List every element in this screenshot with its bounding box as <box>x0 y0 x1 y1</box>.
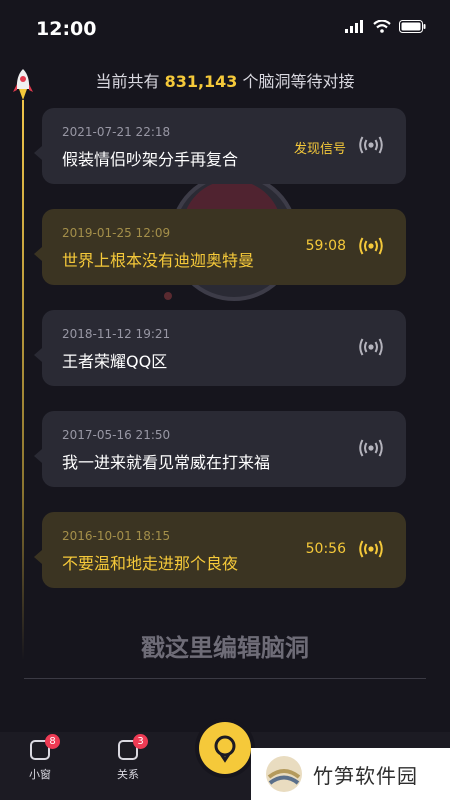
card-title: 世界上根本没有迪迦奥特曼 <box>62 251 255 270</box>
card-date: 2017-05-16 21:50 <box>62 428 171 442</box>
broadcast-signal-icon[interactable] <box>358 135 384 155</box>
watermark-text: 竹笋软件园 <box>313 763 418 788</box>
cellular-signal-icon <box>345 20 363 33</box>
status-icons <box>345 20 426 33</box>
card-title: 王者荣耀QQ区 <box>62 352 168 371</box>
edit-brainhole-button[interactable]: 戳这里编辑脑洞 <box>0 628 450 663</box>
watermark: 竹笋软件园 <box>251 748 450 800</box>
count-suffix: 个脑洞等待对接 <box>237 72 355 91</box>
timeline-line <box>22 100 24 660</box>
bamboo-logo-icon <box>266 756 302 792</box>
waiting-count-line: 当前共有 831,143 个脑洞等待对接 <box>0 68 450 92</box>
card-date: 2016-10-01 18:15 <box>62 529 171 543</box>
card-date: 2019-01-25 12:09 <box>62 226 171 240</box>
broadcast-signal-icon[interactable] <box>358 337 384 357</box>
tab-small-window[interactable]: 8 小窗 <box>10 732 70 800</box>
brainhole-card[interactable]: 2021-07-21 22:18 假装情侣吵架分手再复合 发现信号 <box>34 108 406 184</box>
brainhole-card[interactable]: 2019-01-25 12:09 世界上根本没有迪迦奥特曼 59:08 <box>34 209 406 285</box>
card-title: 假装情侣吵架分手再复合 <box>62 150 239 169</box>
card-status: 发现信号 <box>293 142 346 157</box>
brainhole-card[interactable]: 2017-05-16 21:50 我一进来就看见常威在打来福 <box>34 411 406 487</box>
brainhole-card[interactable]: 2016-10-01 18:15 不要温和地走进那个良夜 50:56 <box>34 512 406 588</box>
divider <box>24 678 426 679</box>
card-title: 不要温和地走进那个良夜 <box>62 554 239 573</box>
card-date: 2018-11-12 19:21 <box>62 327 171 341</box>
unread-badge: 3 <box>133 734 148 749</box>
card-date: 2021-07-21 22:18 <box>62 125 171 139</box>
center-action-button[interactable] <box>199 722 251 774</box>
card-timer: 50:56 <box>305 541 346 557</box>
count-prefix: 当前共有 <box>95 72 165 91</box>
status-time: 12:00 <box>36 18 97 40</box>
battery-icon <box>399 20 426 33</box>
card-timer: 59:08 <box>305 238 346 254</box>
broadcast-signal-icon[interactable] <box>358 539 384 559</box>
location-pin-icon <box>214 735 236 763</box>
tab-relations[interactable]: 3 关系 <box>98 732 158 800</box>
wifi-icon <box>373 20 391 33</box>
count-value: 831,143 <box>164 72 238 91</box>
tab-label: 小窗 <box>29 768 51 781</box>
broadcast-signal-icon[interactable] <box>358 438 384 458</box>
card-title: 我一进来就看见常威在打来福 <box>62 453 271 472</box>
rocket-icon <box>13 69 33 100</box>
broadcast-signal-icon[interactable] <box>358 236 384 256</box>
brainhole-card[interactable]: 2018-11-12 19:21 王者荣耀QQ区 <box>34 310 406 386</box>
status-bar: 12:00 <box>0 0 450 58</box>
tab-label: 关系 <box>117 768 139 781</box>
unread-badge: 8 <box>45 734 60 749</box>
